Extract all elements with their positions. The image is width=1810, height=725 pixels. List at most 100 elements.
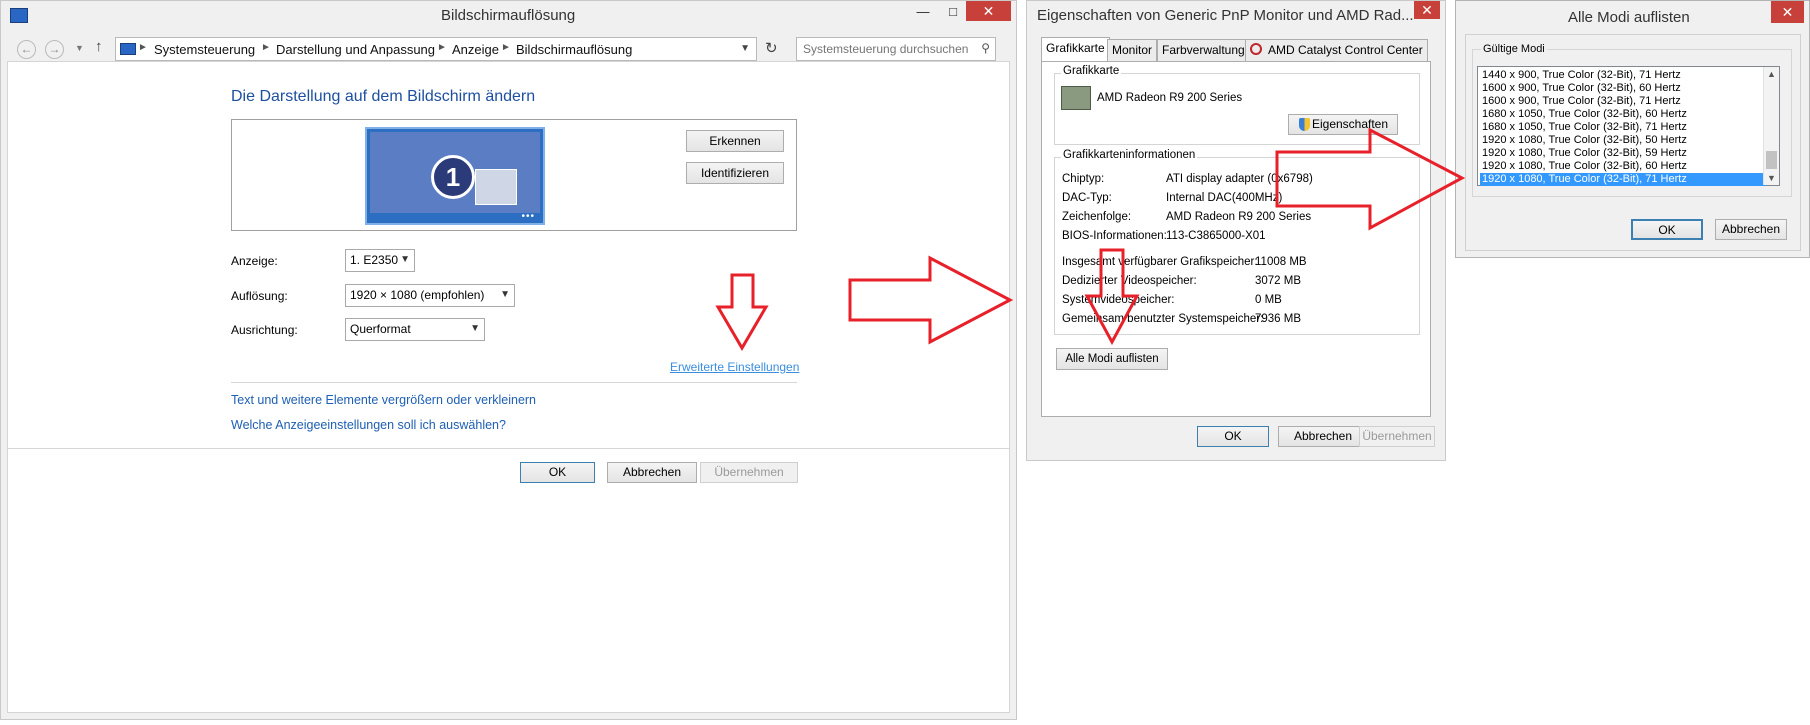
display-select[interactable]: 1. E2350 ▼ [345,249,415,272]
monitor-icon [120,43,136,55]
adapter-info-group: Grafikkarteninformationen Chiptyp: ATI d… [1054,149,1420,335]
resolution-label: Auflösung: [231,289,288,303]
mode-list-item[interactable]: 1920 x 1080, True Color (32-Bit), 71 Her… [1480,173,1766,186]
tab-amd-catalyst[interactable]: AMD Catalyst Control Center [1245,39,1428,61]
adapter-string-value: AMD Radeon R9 200 Series [1166,211,1312,223]
address-bar[interactable]: ► Systemsteuerung ► Darstellung und Anpa… [115,37,757,61]
list-all-modes-button[interactable]: Alle Modi auflisten [1056,348,1168,370]
resolution-select[interactable]: 1920 × 1080 (empfohlen) ▼ [345,284,515,307]
tab-monitor[interactable]: Monitor [1107,39,1158,61]
window-title: Alle Modi auflisten [1568,9,1690,26]
display-select-value: 1. E2350 [350,253,399,267]
mode-list-item[interactable]: 1680 x 1050, True Color (32-Bit), 71 Her… [1480,121,1766,134]
refresh-icon[interactable]: ↻ [765,39,778,57]
ok-button[interactable]: OK [520,462,595,483]
breadcrumb-darstellung[interactable]: Darstellung und Anpassung [276,42,435,57]
recent-pages-dropdown-icon[interactable]: ▼ [75,43,84,53]
control-panel-app-icon [10,8,28,23]
shared-memory-value: 7936 MB [1255,313,1302,325]
advanced-settings-link[interactable]: Erweiterte Einstellungen [670,360,799,374]
bios-info-label: BIOS-Informationen: [1062,230,1167,242]
window-title: Eigenschaften von Generic PnP Monitor un… [1037,7,1414,24]
ok-button[interactable]: OK [1631,219,1703,240]
close-button[interactable]: ✕ [1771,1,1804,23]
system-video-memory-value: 0 MB [1255,294,1282,306]
monitor-thumbnail[interactable]: 1 ••• [365,127,545,225]
adapter-info-group-label: Grafikkarteninformationen [1061,149,1198,161]
tab-amd-catalyst-label: AMD Catalyst Control Center [1268,43,1423,57]
mode-list-item[interactable]: 1920 x 1080, True Color (32-Bit), 59 Her… [1480,147,1766,160]
resolution-select-value: 1920 × 1080 (empfohlen) [350,288,485,302]
address-dropdown-icon[interactable]: ▼ [740,43,750,54]
breadcrumb-separator-icon: ► [261,42,271,53]
breadcrumb-separator-icon: ► [138,42,148,53]
adapter-name: AMD Radeon R9 200 Series [1097,92,1243,104]
adapter-group: Grafikkarte AMD Radeon R9 200 Series Eig… [1054,65,1420,145]
breadcrumb-systemsteuerung[interactable]: Systemsteuerung [154,42,255,57]
title-bar: Eigenschaften von Generic PnP Monitor un… [1027,1,1445,31]
breadcrumb-anzeige[interactable]: Anzeige [452,42,499,57]
tab-farbverwaltung[interactable]: Farbverwaltung [1157,39,1250,61]
forward-button[interactable]: → [45,40,64,59]
adapter-properties-window: Eigenschaften von Generic PnP Monitor un… [1026,0,1446,461]
mode-list-item[interactable]: 1600 x 900, True Color (32-Bit), 60 Hert… [1480,82,1766,95]
amd-catalyst-icon [1250,43,1262,55]
orientation-label: Ausrichtung: [231,323,298,337]
orientation-select[interactable]: Querformat ▼ [345,318,485,341]
cancel-button[interactable]: Abbrechen [607,462,697,483]
adapter-properties-button[interactable]: Eigenschaften [1288,114,1398,135]
dac-type-value: Internal DAC(400MHz) [1166,192,1283,204]
text-size-link[interactable]: Text und weitere Elemente vergrößern ode… [231,393,536,407]
dedicated-memory-label: Dedizierter Videospeicher: [1062,275,1197,287]
system-video-memory-label: Systemvideospeicher: [1062,294,1175,306]
identify-button[interactable]: Identifizieren [686,162,784,184]
scroll-down-arrow-icon[interactable]: ▼ [1767,173,1776,183]
close-button[interactable]: ✕ [1414,1,1440,19]
title-bar: Alle Modi auflisten ✕ [1456,1,1809,31]
bios-info-value: 113-C3865000-X01 [1166,230,1266,242]
chip-type-value: ATI display adapter (0x6798) [1166,173,1313,185]
maximize-button[interactable]: □ [941,3,965,21]
apply-button[interactable]: Übernehmen [700,462,798,483]
mode-list-item[interactable]: 1600 x 900, True Color (32-Bit), 71 Hert… [1480,95,1766,108]
search-box[interactable]: ⚲ [796,37,996,61]
search-icon[interactable]: ⚲ [981,41,990,55]
cancel-button[interactable]: Abbrechen [1278,426,1368,447]
apply-button[interactable]: Übernehmen [1359,426,1435,447]
display-label: Anzeige: [231,254,278,268]
mode-list-item[interactable]: 1440 x 900, True Color (32-Bit), 71 Hert… [1480,69,1766,82]
more-dots-icon: ••• [521,211,535,222]
screen-resolution-window: Bildschirmauflösung — □ ✕ ← → ▼ ↑ ► Syst… [0,0,1017,720]
chip-type-label: Chiptyp: [1062,173,1105,185]
display-help-link[interactable]: Welche Anzeigeeinstellungen soll ich aus… [231,418,506,432]
window-title: Bildschirmauflösung [441,7,576,24]
adapter-properties-label: Eigenschaften [1311,117,1389,131]
back-button[interactable]: ← [17,40,36,59]
footer-divider [8,448,1009,449]
modes-listbox[interactable]: 1440 x 900, True Color (32-Bit), 71 Hert… [1477,66,1780,186]
chevron-down-icon: ▼ [400,254,410,265]
monitor-number-badge: 1 [431,155,475,199]
detect-button[interactable]: Erkennen [686,130,784,152]
breadcrumb-bildschirmaufloesung[interactable]: Bildschirmauflösung [516,42,632,57]
divider [231,382,797,383]
close-button[interactable]: ✕ [966,1,1011,21]
scrollbar-thumb[interactable] [1766,151,1777,169]
vertical-scrollbar[interactable]: ▲ ▼ [1763,67,1779,185]
cancel-button[interactable]: Abbrechen [1715,219,1787,240]
tab-grafikkarte[interactable]: Grafikkarte [1041,37,1110,62]
display-grid-icon [475,169,517,205]
up-button[interactable]: ↑ [95,38,103,55]
chevron-down-icon: ▼ [470,323,480,334]
minimize-button[interactable]: — [911,3,935,21]
list-all-modes-window: Alle Modi auflisten ✕ Gültige Modi 1440 … [1455,0,1810,258]
mode-list-item[interactable]: 1920 x 1080, True Color (32-Bit), 60 Her… [1480,160,1766,173]
shared-memory-label: Gemeinsam benutzter Systemspeicher: [1062,313,1264,325]
mode-list-item[interactable]: 1680 x 1050, True Color (32-Bit), 60 Her… [1480,108,1766,121]
mode-list-item[interactable]: 1920 x 1080, True Color (32-Bit), 50 Her… [1480,134,1766,147]
search-input[interactable] [801,40,973,58]
content-area: Die Darstellung auf dem Bildschirm änder… [7,61,1010,713]
chevron-down-icon: ▼ [500,289,510,300]
scroll-up-arrow-icon[interactable]: ▲ [1767,69,1776,79]
ok-button[interactable]: OK [1197,426,1269,447]
